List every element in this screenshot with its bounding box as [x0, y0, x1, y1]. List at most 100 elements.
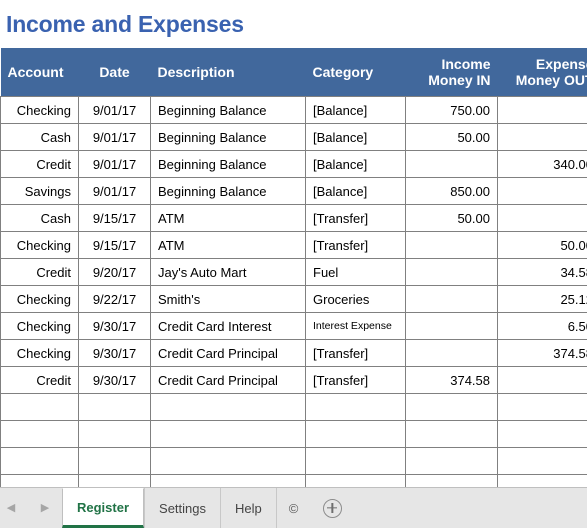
cell-description[interactable]: [150, 420, 306, 448]
table-row[interactable]: [0, 447, 587, 475]
column-header-date[interactable]: Date: [78, 48, 151, 97]
cell-description[interactable]: ATM: [150, 204, 306, 232]
table-row[interactable]: Cash 9/15/17 ATM [Transfer] 50.00: [0, 204, 587, 232]
cell-income[interactable]: [405, 231, 498, 259]
cell-category[interactable]: [305, 474, 406, 488]
cell-category[interactable]: [Balance]: [305, 177, 406, 205]
column-header-expense[interactable]: Expense Money OUT: [497, 48, 587, 97]
sheet-nav-arrows[interactable]: ◀ ▶: [0, 488, 62, 528]
table-row[interactable]: Checking9/15/17ATM[Transfer] 50.00: [0, 231, 587, 259]
cell-description[interactable]: Beginning Balance: [150, 96, 306, 124]
sheet-tab-settings[interactable]: Settings: [144, 488, 221, 528]
cell-date[interactable]: [78, 393, 151, 421]
cell-income[interactable]: [405, 447, 498, 475]
cell-description[interactable]: [150, 474, 306, 488]
cell-expense[interactable]: [497, 474, 587, 488]
cell-account[interactable]: [0, 420, 79, 448]
cell-date[interactable]: 9/01/17: [78, 96, 151, 124]
cell-description[interactable]: Credit Card Interest: [150, 312, 306, 340]
spreadsheet-area[interactable]: Account Date Description Category Income…: [0, 48, 587, 488]
cell-account[interactable]: [0, 447, 79, 475]
table-row[interactable]: Checking 9/30/17 Credit Card Principal [Tra…: [0, 339, 587, 367]
add-sheet-button[interactable]: [310, 488, 354, 528]
table-row[interactable]: Cash 9/01/17 Beginning Balance [Balance] 50.…: [0, 123, 587, 151]
cell-income[interactable]: [405, 258, 498, 286]
cell-category[interactable]: Groceries: [305, 285, 406, 313]
cell-date[interactable]: 9/20/17: [78, 258, 151, 286]
cell-description[interactable]: Credit Card Principal: [150, 366, 306, 394]
cell-account[interactable]: Savings: [0, 177, 79, 205]
cell-category[interactable]: [305, 393, 406, 421]
cell-date[interactable]: 9/01/17: [78, 123, 151, 151]
cell-account[interactable]: Credit: [0, 258, 79, 286]
cell-expense[interactable]: 50.00: [497, 231, 587, 259]
cell-account[interactable]: Cash: [0, 204, 79, 232]
cell-category[interactable]: [Balance]: [305, 123, 406, 151]
cell-category[interactable]: [Transfer]: [305, 231, 406, 259]
cell-account[interactable]: Credit: [0, 150, 79, 178]
cell-category[interactable]: [Balance]: [305, 150, 406, 178]
cell-description[interactable]: Beginning Balance: [150, 123, 306, 151]
sheet-tab-copyright[interactable]: ©: [275, 488, 311, 528]
cell-account[interactable]: Checking: [0, 96, 79, 124]
cell-expense[interactable]: 340.00: [497, 150, 587, 178]
cell-income[interactable]: 850.00: [405, 177, 498, 205]
cell-income[interactable]: 374.58: [405, 366, 498, 394]
cell-expense[interactable]: [497, 393, 587, 421]
cell-category[interactable]: [Transfer]: [305, 366, 406, 394]
nav-next-sheet-icon[interactable]: ▶: [41, 502, 49, 514]
cell-category[interactable]: [Transfer]: [305, 339, 406, 367]
cell-account[interactable]: Cash: [0, 123, 79, 151]
cell-expense[interactable]: [497, 204, 587, 232]
table-row[interactable]: [0, 474, 587, 488]
cell-category[interactable]: [305, 447, 406, 475]
cell-income[interactable]: 50.00: [405, 204, 498, 232]
cell-date[interactable]: 9/01/17: [78, 177, 151, 205]
cell-category[interactable]: [Transfer]: [305, 204, 406, 232]
table-row[interactable]: [0, 393, 587, 421]
cell-date[interactable]: 9/30/17: [78, 339, 151, 367]
cell-category[interactable]: [305, 420, 406, 448]
cell-account[interactable]: Checking: [0, 312, 79, 340]
cell-account[interactable]: [0, 474, 79, 488]
table-row[interactable]: [0, 420, 587, 448]
cell-date[interactable]: [78, 447, 151, 475]
column-header-income[interactable]: Income Money IN: [405, 48, 498, 97]
cell-description[interactable]: Smith's: [150, 285, 306, 313]
cell-category[interactable]: Fuel: [305, 258, 406, 286]
cell-expense[interactable]: [497, 447, 587, 475]
cell-account[interactable]: Checking: [0, 285, 79, 313]
cell-expense[interactable]: 34.58: [497, 258, 587, 286]
cell-date[interactable]: 9/22/17: [78, 285, 151, 313]
cell-description[interactable]: [150, 393, 306, 421]
cell-account[interactable]: Checking: [0, 339, 79, 367]
cell-description[interactable]: Jay's Auto Mart: [150, 258, 306, 286]
cell-expense[interactable]: 25.12: [497, 285, 587, 313]
cell-income[interactable]: 50.00: [405, 123, 498, 151]
cell-description[interactable]: Beginning Balance: [150, 150, 306, 178]
cell-expense[interactable]: 374.58: [497, 339, 587, 367]
cell-date[interactable]: 9/30/17: [78, 312, 151, 340]
cell-description[interactable]: Beginning Balance: [150, 177, 306, 205]
cell-description[interactable]: ATM: [150, 231, 306, 259]
cell-expense[interactable]: 6.50: [497, 312, 587, 340]
cell-category[interactable]: Interest Expense: [305, 312, 406, 340]
cell-income[interactable]: [405, 420, 498, 448]
cell-date[interactable]: 9/01/17: [78, 150, 151, 178]
cell-date[interactable]: 9/30/17: [78, 366, 151, 394]
sheet-tab-register[interactable]: Register: [62, 488, 145, 528]
table-row[interactable]: Savings 9/01/17 Beginning Balance [Balance]…: [0, 177, 587, 205]
cell-expense[interactable]: [497, 177, 587, 205]
table-row[interactable]: Credit9/20/17Jay's Auto MartFuel 34.58: [0, 258, 587, 286]
table-row[interactable]: Checking 9/01/17 Beginning Balance [Balance…: [0, 96, 587, 124]
column-header-account[interactable]: Account: [0, 48, 79, 97]
cell-income[interactable]: 750.00: [405, 96, 498, 124]
cell-date[interactable]: [78, 420, 151, 448]
cell-expense[interactable]: [497, 123, 587, 151]
cell-income[interactable]: [405, 474, 498, 488]
cell-income[interactable]: [405, 312, 498, 340]
cell-income[interactable]: [405, 393, 498, 421]
cell-description[interactable]: Credit Card Principal: [150, 339, 306, 367]
cell-income[interactable]: [405, 285, 498, 313]
column-header-description[interactable]: Description: [150, 48, 306, 97]
